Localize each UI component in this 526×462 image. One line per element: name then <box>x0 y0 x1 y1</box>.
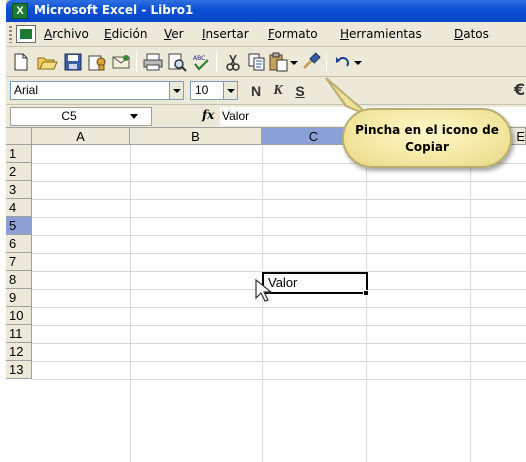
grid-line <box>366 145 367 462</box>
menu-formato[interactable]: Formato <box>268 27 318 41</box>
grid-line <box>130 145 131 462</box>
italic-button[interactable]: K <box>268 82 288 100</box>
row-header-10[interactable]: 10 <box>6 307 32 325</box>
title-bar[interactable]: X Microsoft Excel - Libro1 <box>6 0 526 22</box>
toolbar-separator <box>216 52 217 72</box>
name-box-dropdown-icon[interactable] <box>130 114 138 119</box>
font-dropdown-icon[interactable] <box>170 81 184 100</box>
new-document-icon[interactable] <box>10 52 32 72</box>
row-header-11[interactable]: 11 <box>6 325 32 343</box>
menu-insertar[interactable]: Insertar <box>202 27 249 41</box>
grid-line <box>32 307 526 308</box>
undo-dropdown-icon[interactable] <box>352 52 364 72</box>
copy-hint-callout: Pincha en el icono de Copiar <box>342 108 512 168</box>
row-header-12[interactable]: 12 <box>6 343 32 361</box>
grid-line <box>32 379 526 380</box>
menu-datos[interactable]: Datos <box>454 27 489 41</box>
copy-icon[interactable] <box>246 52 268 72</box>
callout-text: Pincha en el icono de Copiar <box>355 123 499 154</box>
excel-icon: X <box>12 3 28 19</box>
bold-button[interactable]: N <box>246 82 266 100</box>
grid-line <box>32 343 526 344</box>
permission-icon[interactable] <box>86 52 108 72</box>
row-header-5[interactable]: 5 <box>6 217 32 235</box>
open-folder-icon[interactable] <box>36 52 58 72</box>
svg-text:ABC: ABC <box>193 55 205 62</box>
select-all-corner[interactable] <box>6 128 32 145</box>
font-size-box[interactable]: 10 <box>190 81 224 100</box>
grid-line <box>32 217 526 218</box>
underline-button[interactable]: S <box>290 82 310 100</box>
row-header-1[interactable]: 1 <box>6 145 32 163</box>
save-icon[interactable] <box>62 52 84 72</box>
email-icon[interactable] <box>110 52 132 72</box>
standard-toolbar: ABC <box>6 47 526 77</box>
format-toolbar: Arial 10 N K S € <box>6 77 526 105</box>
font-size-dropdown-icon[interactable] <box>224 81 238 100</box>
font-name-box[interactable]: Arial <box>10 81 170 100</box>
menu-bar: Archivo Edición Ver Insertar Formato Her… <box>6 22 526 47</box>
row-header-13[interactable]: 13 <box>6 361 32 379</box>
currency-button[interactable]: € <box>514 80 525 99</box>
row-header-6[interactable]: 6 <box>6 235 32 253</box>
grid-line <box>32 235 526 236</box>
paste-dropdown-icon[interactable] <box>288 52 300 72</box>
toolbar-grip-icon[interactable] <box>9 26 12 43</box>
insert-function-icon[interactable]: fx <box>202 108 214 122</box>
print-preview-icon[interactable] <box>166 52 188 72</box>
row-header-2[interactable]: 2 <box>6 163 32 181</box>
excel-window: X Microsoft Excel - Libro1 Archivo Edici… <box>6 0 526 462</box>
print-icon[interactable] <box>142 52 164 72</box>
cut-icon[interactable] <box>222 52 244 72</box>
row-header-9[interactable]: 9 <box>6 289 32 307</box>
column-header-a[interactable]: A <box>32 128 130 145</box>
fill-handle[interactable] <box>363 290 369 296</box>
grid-line <box>32 199 526 200</box>
menu-edicion[interactable]: Edición <box>104 27 147 41</box>
toolbar-separator <box>326 52 327 72</box>
row-header-3[interactable]: 3 <box>6 181 32 199</box>
row-header-4[interactable]: 4 <box>6 199 32 217</box>
grid-line <box>470 145 471 462</box>
format-painter-icon[interactable] <box>300 52 322 72</box>
menu-archivo[interactable]: Archivo <box>44 27 89 41</box>
row-header-7[interactable]: 7 <box>6 253 32 271</box>
active-cell-c5[interactable]: Valor <box>262 272 368 294</box>
grid-line <box>32 325 526 326</box>
toolbar-separator <box>136 52 137 72</box>
mouse-cursor-icon <box>255 278 273 302</box>
grid-line <box>32 253 526 254</box>
grid-line <box>32 361 526 362</box>
window-title: Microsoft Excel - Libro1 <box>34 3 194 17</box>
spelling-icon[interactable]: ABC <box>190 52 212 72</box>
menu-herramientas[interactable]: Herramientas <box>340 27 422 41</box>
menu-ver[interactable]: Ver <box>164 27 184 41</box>
paste-icon[interactable] <box>268 52 290 72</box>
column-header-b[interactable]: B <box>130 128 262 145</box>
row-header-8[interactable]: 8 <box>6 271 32 289</box>
undo-icon[interactable] <box>332 52 354 72</box>
document-icon[interactable] <box>16 25 36 43</box>
grid-line <box>32 181 526 182</box>
